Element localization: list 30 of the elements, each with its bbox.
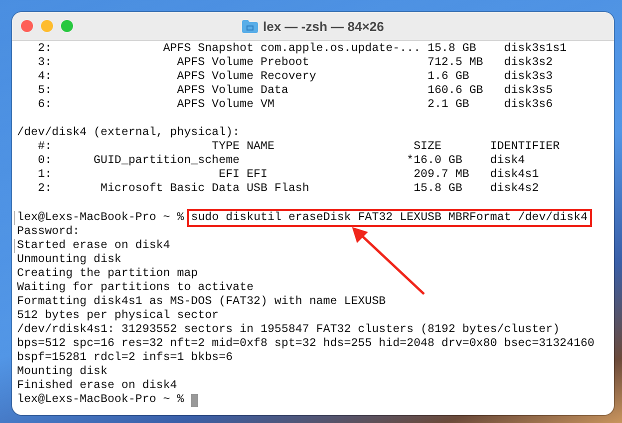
shell-prompt: lex@Lexs-MacBook-Pro ~ %: [17, 210, 184, 225]
window-title: lex — -zsh — 84×26: [262, 18, 384, 34]
terminal-output-line: 6: APFS Volume VM 2.1 GB disk3s6: [36, 98, 553, 112]
zoom-button[interactable]: [61, 20, 73, 32]
shell-prompt: lex@Lexs-MacBook-Pro ~ %: [17, 393, 184, 408]
terminal-output-line: Unmounting disk: [17, 252, 122, 267]
terminal-output-line: Password:: [17, 224, 80, 239]
terminal-output-line: Finished erase on disk4: [17, 379, 178, 394]
terminal-output-line: Formatting disk4s1 as MS-DOS (FAT32) with name LEXUSB: [17, 294, 386, 309]
terminal-output-line: 5: APFS Volume Data 160.6 GB disk3s5: [36, 84, 553, 98]
terminal-output-line: 2: Microsoft Basic Data USB Flash 15.8 GB disk4s2: [36, 182, 539, 197]
terminal-output-line: Started erase on disk4: [14, 238, 170, 253]
terminal-output-line: 1: EFI EFI 209.7 MB disk4s1: [36, 168, 539, 182]
terminal-output-line: bspf=15281 rdcl=2 infs=1 bkbs=6: [17, 351, 233, 366]
terminal-output-line: 0: GUID_partition_scheme *16.0 GB disk4: [36, 154, 525, 168]
folder-icon: [242, 20, 258, 32]
terminal-output-line: /dev/rdisk4s1: 31293552 sectors in 1955847 FAT32 clusters (8192 bytes/cluster): [17, 322, 560, 337]
terminal-output-line: #: TYPE NAME SIZE IDENTIFIER: [36, 140, 560, 154]
terminal-output-line: Mounting disk: [17, 365, 108, 380]
terminal-output-line: 512 bytes per physical sector: [17, 308, 219, 323]
close-button[interactable]: [21, 20, 33, 32]
terminal-output-line: 2: APFS Snapshot com.apple.os.update-... 15.8 GB disk3s1s1: [36, 42, 567, 56]
typed-command: sudo diskutil eraseDisk FAT32 LEXUSB MBRFormat /dev/disk4: [186, 208, 592, 227]
terminal-output-line: Creating the partition map: [17, 266, 198, 281]
terminal-output-line: bps=512 spc=16 res=32 nft=2 mid=0xf8 spt=32 hds=255 hid=2048 drv=0x80 bsec=31324160: [17, 336, 594, 352]
terminal-output-line: 4: APFS Volume Recovery 1.6 GB disk3s3: [36, 70, 553, 84]
terminal-output-line: /dev/disk4 (external, physical):: [17, 126, 240, 140]
terminal-output-line: 3: APFS Volume Preboot 712.5 MB disk3s2: [36, 56, 553, 70]
terminal-output-line: Waiting for partitions to activate: [17, 280, 254, 295]
minimize-button[interactable]: [41, 20, 53, 32]
